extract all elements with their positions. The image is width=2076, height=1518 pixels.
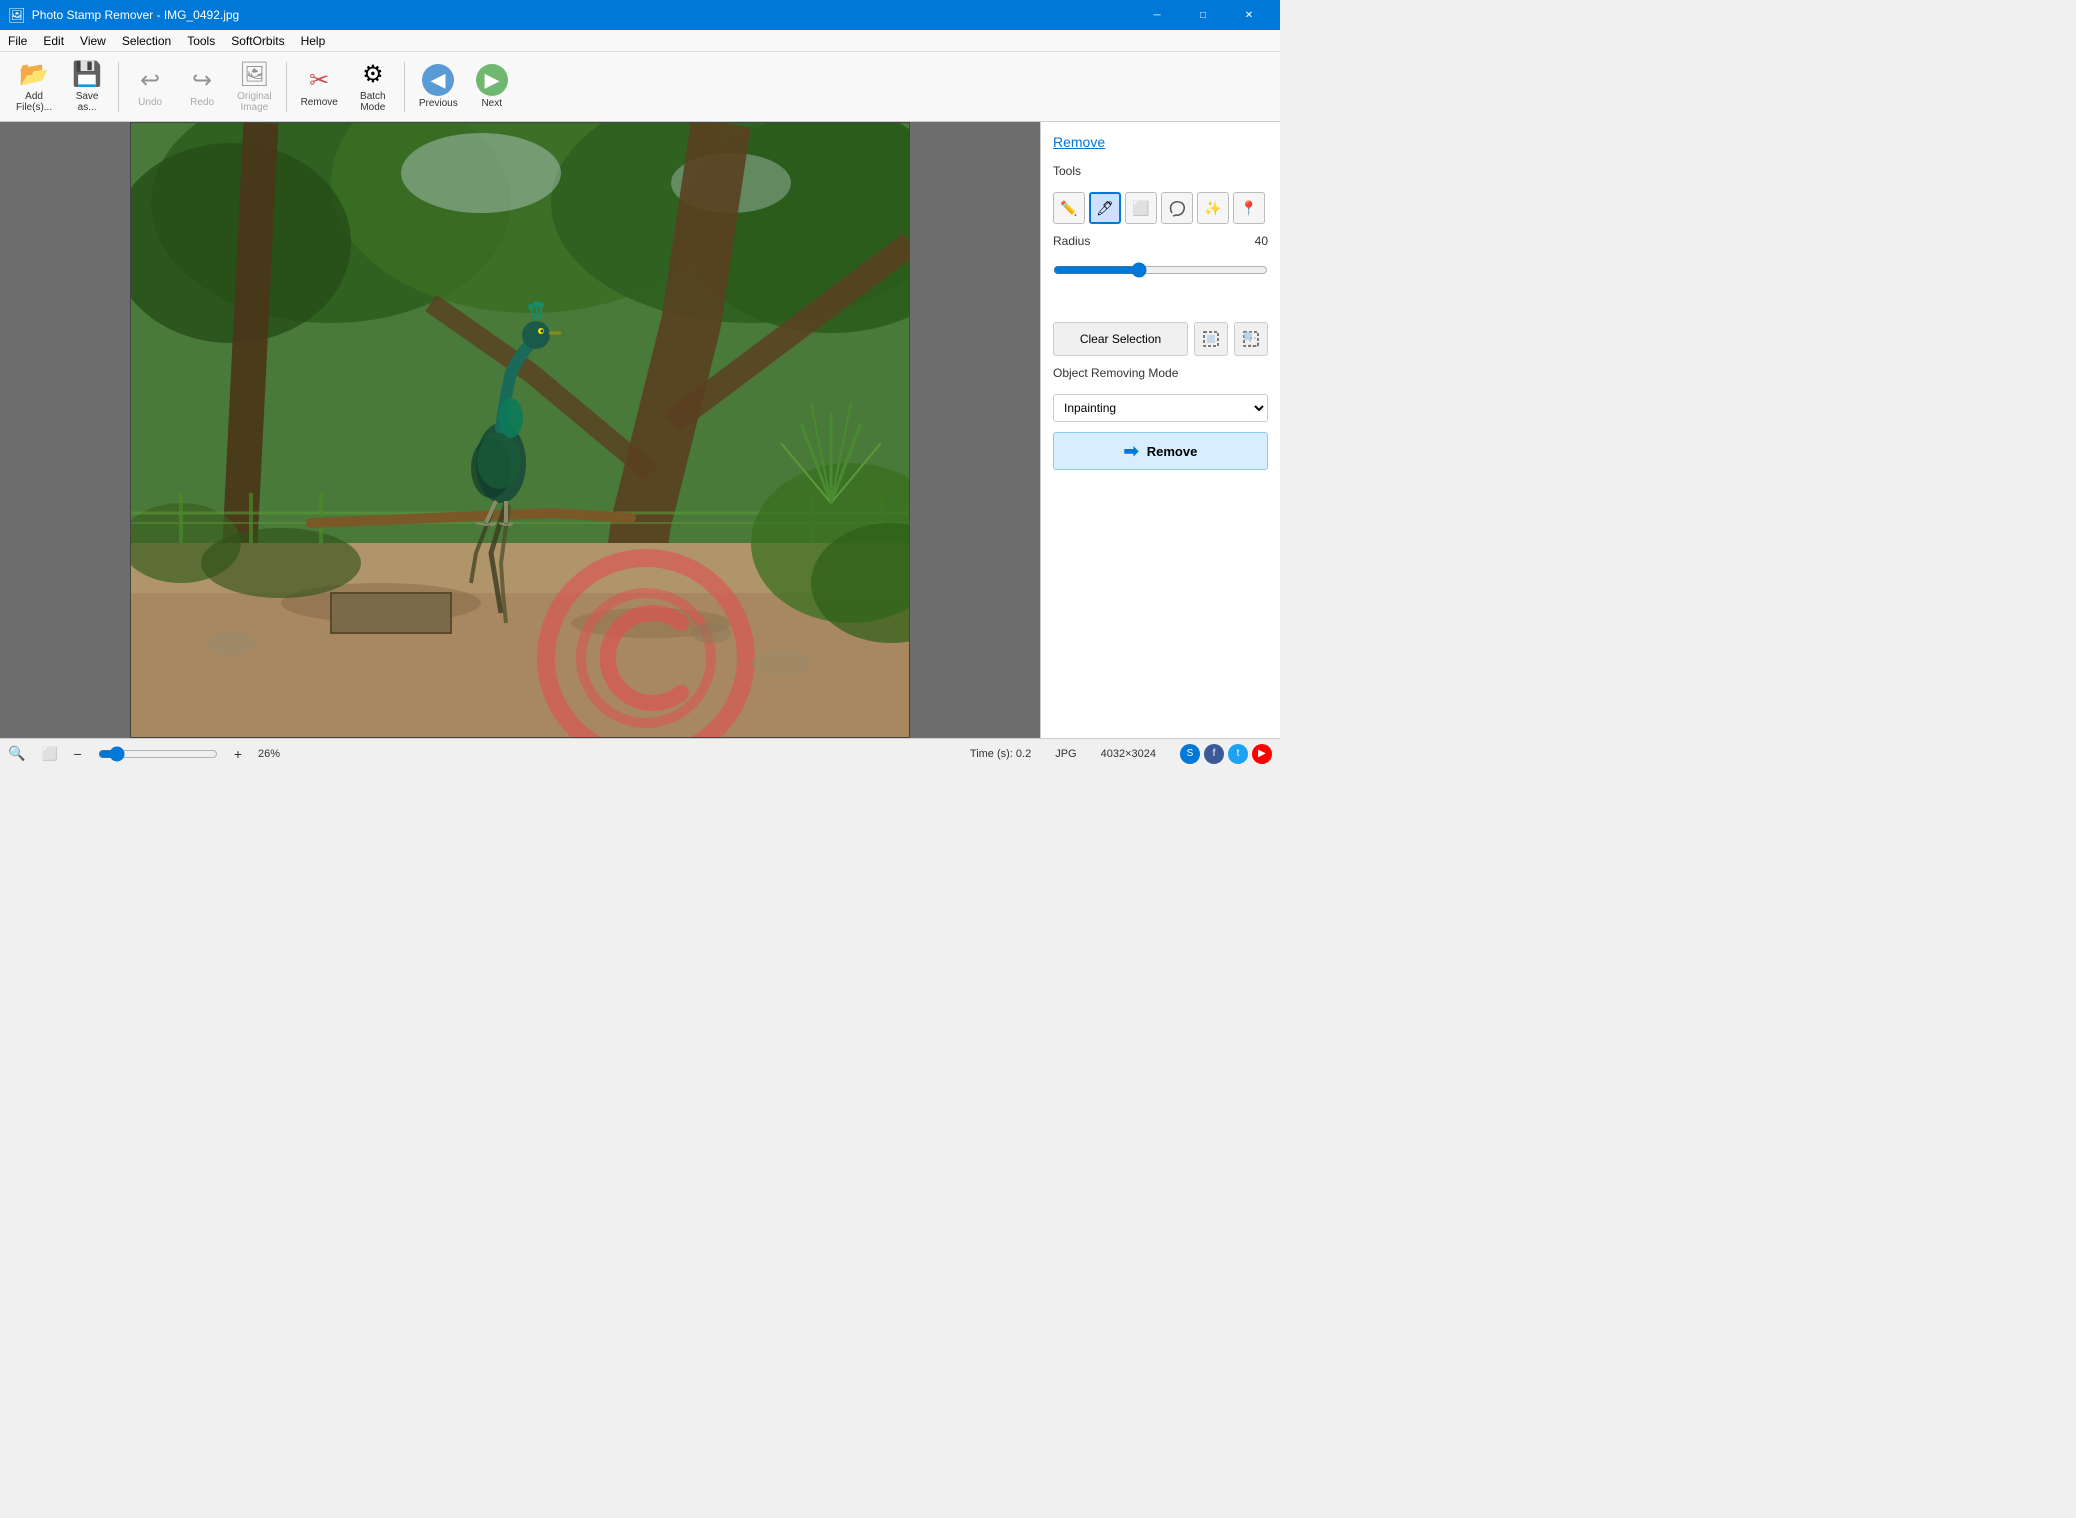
previous-button[interactable]: ◀ Previous [411, 60, 466, 113]
separator-2 [286, 62, 287, 112]
zoom-area-icon[interactable]: 🔍 [8, 745, 25, 762]
window-title: Photo Stamp Remover - IMG_0492.jpg [32, 8, 1134, 22]
undo-icon: ↩ [140, 66, 160, 95]
lasso-tool-button[interactable] [1161, 192, 1193, 224]
remove-button[interactable]: ➡ Remove [1053, 432, 1268, 470]
scene-container [130, 122, 910, 738]
original-image-button[interactable]: 🖼 Original Image [229, 56, 279, 117]
clear-selection-button[interactable]: Clear Selection [1053, 322, 1188, 356]
object-removing-mode-select[interactable]: Inpainting [1053, 394, 1268, 422]
radius-row: Radius 40 [1053, 234, 1268, 248]
image-dimensions: 4032×3024 [1101, 748, 1156, 760]
remove-toolbar-button[interactable]: ✂ Remove [293, 62, 346, 112]
minimize-button[interactable]: ─ [1134, 0, 1180, 30]
batch-mode-label: Batch Mode [360, 91, 386, 113]
spacer [1053, 292, 1268, 312]
window-controls: ─ □ ✕ [1134, 0, 1272, 30]
previous-label: Previous [419, 98, 458, 109]
separator-1 [118, 62, 119, 112]
save-as-label: Save as... [76, 91, 99, 113]
original-image-label: Original Image [237, 91, 271, 113]
status-bar: 🔍 ⬜ − + 26% Time (s): 0.2 JPG 4032×3024 … [0, 738, 1280, 768]
zoom-in-button[interactable]: + [234, 746, 242, 762]
zoom-slider[interactable] [98, 746, 218, 762]
next-button[interactable]: ▶ Next [468, 60, 516, 113]
magic-wand-tool-button[interactable]: ✨ [1197, 192, 1229, 224]
redo-label: Redo [190, 97, 214, 108]
invert-selection-button[interactable] [1234, 322, 1268, 356]
menu-tools[interactable]: Tools [179, 32, 223, 50]
app-icon: 🖼 [8, 7, 26, 24]
add-files-button[interactable]: 📂 Add File(s)... [8, 56, 60, 117]
undo-label: Undo [138, 97, 162, 108]
file-format-info: JPG [1055, 748, 1076, 760]
maximize-button[interactable]: □ [1180, 0, 1226, 30]
remove-button-label: Remove [1147, 444, 1198, 459]
batch-mode-button[interactable]: ⚙ Batch Mode [348, 56, 398, 117]
object-removing-mode-label: Object Removing Mode [1053, 366, 1268, 380]
radius-slider[interactable] [1053, 262, 1268, 278]
next-circle: ▶ [476, 64, 508, 96]
remove-toolbar-label: Remove [301, 97, 338, 108]
remove-section-title: Remove [1053, 134, 1268, 150]
selection-mode-icon[interactable]: ⬜ [41, 746, 57, 762]
right-panel: Remove Tools ✏️ 🖊 ⬜ ✨ 📍 Radius 4 [1040, 122, 1280, 738]
original-image-icon: 🖼 [239, 60, 269, 89]
add-files-label: Add File(s)... [16, 91, 52, 113]
undo-button[interactable]: ↩ Undo [125, 62, 175, 112]
menu-bar: File Edit View Selection Tools SoftOrbit… [0, 30, 1280, 52]
menu-help[interactable]: Help [293, 32, 334, 50]
marker-tool-button[interactable]: 🖊 [1089, 192, 1121, 224]
add-files-icon: 📂 [19, 60, 49, 89]
rect-select-tool-button[interactable]: ⬜ [1125, 192, 1157, 224]
scene-svg [131, 123, 910, 738]
main-layout: Remove Tools ✏️ 🖊 ⬜ ✨ 📍 Radius 4 [0, 122, 1280, 738]
toolbar: 📂 Add File(s)... 💾 Save as... ↩ Undo ↪ R… [0, 52, 1280, 122]
select-all-button[interactable] [1194, 322, 1228, 356]
social-icons-row: S f t ▶ [1180, 744, 1272, 764]
save-as-button[interactable]: 💾 Save as... [62, 56, 112, 117]
remove-arrow-icon: ➡ [1124, 441, 1139, 462]
batch-mode-icon: ⚙ [362, 60, 384, 89]
tool-icons-row: ✏️ 🖊 ⬜ ✨ 📍 [1053, 192, 1268, 224]
menu-file[interactable]: File [0, 32, 35, 50]
stamp-tool-button[interactable]: 📍 [1233, 192, 1265, 224]
lasso-icon [1168, 199, 1186, 217]
time-info: Time (s): 0.2 [970, 748, 1031, 760]
softorbits-icon[interactable]: S [1180, 744, 1200, 764]
remove-tool-icon: ✂ [309, 66, 329, 95]
zoom-percent: 26% [258, 748, 280, 760]
menu-edit[interactable]: Edit [35, 32, 72, 50]
zoom-out-button[interactable]: − [74, 746, 82, 762]
clear-selection-row: Clear Selection [1053, 322, 1268, 356]
invert-selection-icon [1242, 330, 1260, 348]
redo-icon: ↪ [192, 66, 212, 95]
close-button[interactable]: ✕ [1226, 0, 1272, 30]
save-icon: 💾 [72, 60, 102, 89]
menu-softorbits[interactable]: SoftOrbits [223, 32, 292, 50]
twitter-icon[interactable]: t [1228, 744, 1248, 764]
youtube-icon[interactable]: ▶ [1252, 744, 1272, 764]
facebook-icon[interactable]: f [1204, 744, 1224, 764]
radius-value: 40 [1255, 234, 1268, 248]
redo-button[interactable]: ↪ Redo [177, 62, 227, 112]
next-label: Next [481, 98, 502, 109]
radius-label: Radius [1053, 234, 1090, 248]
menu-selection[interactable]: Selection [114, 32, 179, 50]
menu-view[interactable]: View [72, 32, 114, 50]
title-bar: 🖼 Photo Stamp Remover - IMG_0492.jpg ─ □… [0, 0, 1280, 30]
separator-3 [404, 62, 405, 112]
brush-tool-button[interactable]: ✏️ [1053, 192, 1085, 224]
tools-label: Tools [1053, 164, 1268, 178]
previous-circle: ◀ [422, 64, 454, 96]
image-area[interactable] [0, 122, 1040, 738]
image-canvas [0, 122, 1040, 738]
select-all-icon [1202, 330, 1220, 348]
